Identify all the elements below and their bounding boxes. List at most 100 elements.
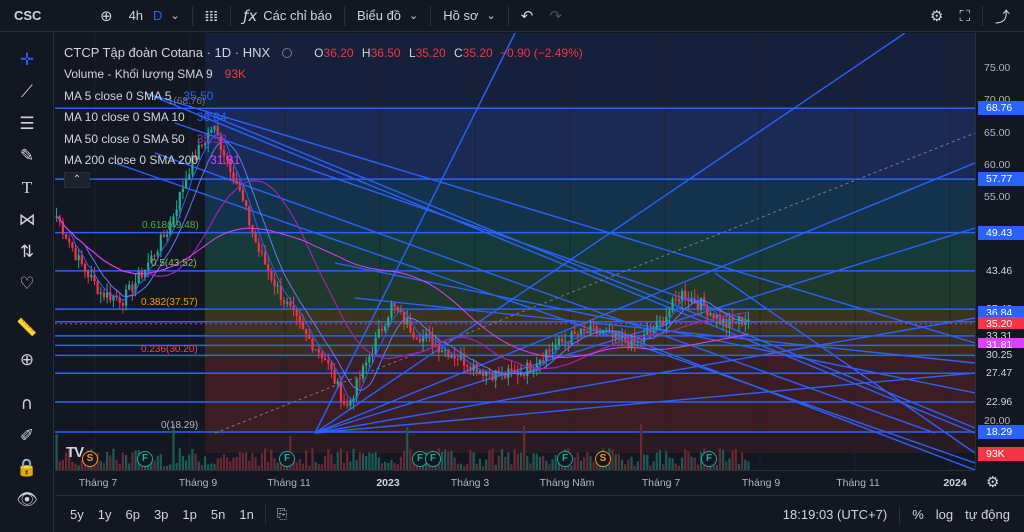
magnet-tool[interactable]: ∩ — [13, 390, 41, 418]
candle-body — [573, 331, 576, 335]
settings-button[interactable]: ⚙ — [922, 0, 951, 32]
range-button-5y[interactable]: 5y — [63, 507, 91, 522]
goto-date-button[interactable]: ⎘ — [270, 507, 294, 522]
trendline-tool[interactable]: ⟋ — [13, 78, 41, 106]
symbol-search-button[interactable]: CSC — [0, 0, 92, 32]
financials-event-icon[interactable]: F — [137, 451, 153, 467]
candle-body — [74, 247, 77, 261]
draw-mode-tool[interactable]: ✐ — [13, 422, 41, 450]
candle-body — [251, 224, 254, 234]
volume-bar — [535, 453, 538, 470]
clock[interactable]: 18:19:03 (UTC+7) — [777, 507, 893, 522]
volume-bar — [523, 425, 526, 470]
candle-body — [156, 251, 159, 256]
candle-body — [706, 305, 709, 316]
time-axis[interactable]: Tháng 7 Tháng 9 Tháng 11 2023 Tháng 3 Tháng N… — [55, 470, 975, 494]
financials-event-icon[interactable]: F — [557, 451, 573, 467]
log-toggle[interactable]: log — [930, 507, 959, 522]
volume-bar — [485, 459, 488, 470]
plus-circle-icon: ⊕ — [100, 6, 113, 25]
percent-toggle[interactable]: % — [906, 507, 930, 522]
volume-bar — [440, 451, 444, 470]
candle-body — [687, 299, 690, 302]
prediction-tool[interactable]: ⇅ — [13, 238, 41, 266]
range-button-1y[interactable]: 1y — [91, 507, 119, 522]
candle-body — [292, 306, 295, 311]
volume-bar — [355, 460, 358, 470]
measure-tool[interactable]: 📏 — [13, 314, 41, 342]
financials-event-icon[interactable]: F — [279, 451, 295, 467]
interval-button[interactable]: 4h D ⌄ — [121, 0, 188, 32]
time-tick: Tháng 7 — [78, 477, 118, 489]
fib-label-0: 0.618(49.48) — [142, 220, 199, 232]
range-button-5n[interactable]: 5n — [204, 507, 232, 522]
pattern-tool[interactable]: ⋈ — [13, 206, 41, 234]
volume-bar — [728, 458, 731, 470]
candle-body — [396, 306, 399, 311]
volume-bar — [377, 457, 380, 470]
text-tool[interactable]: T — [13, 174, 41, 202]
candle-body — [677, 298, 681, 302]
lock-tool[interactable]: 🔒 — [13, 454, 41, 482]
indicators-button[interactable]: ƒx Các chỉ báo — [235, 0, 340, 32]
prediction-icon: ⇅ — [19, 242, 35, 262]
drawing-toolbar: ✛ ⟋ ☰ ✎ T ⋈ ⇅ ♡ 📏 ⊕ ∩ ✐ 🔒 👁 — [0, 32, 54, 532]
interval-alt-label: D — [153, 8, 163, 23]
volume-bar — [731, 450, 734, 470]
compare-button[interactable]: ⊕ — [92, 0, 121, 32]
lock-icon: 🔒 — [16, 458, 38, 478]
eye-icon: 👁 — [16, 490, 38, 510]
financials-event-icon[interactable]: F — [701, 451, 717, 467]
brush-tool[interactable]: ✎ — [13, 142, 41, 170]
chart-type-button[interactable]: Biểu đồ ⌄ — [349, 0, 426, 32]
volume-bar — [583, 457, 586, 470]
legend-ma50[interactable]: MA 50 close 0 SMA 50 35.52 — [64, 128, 583, 150]
auto-toggle[interactable]: tự động — [959, 507, 1024, 522]
legend-collapse-button[interactable]: ⌃ — [64, 172, 90, 188]
price-badge: 49.43 — [978, 225, 1024, 240]
split-event-icon[interactable]: S — [82, 451, 98, 467]
axis-settings-button[interactable]: ⚙ — [986, 473, 999, 491]
undo-icon: ↶ — [520, 6, 534, 25]
fullscreen-button[interactable]: ⛶ — [951, 0, 978, 32]
range-button-1n[interactable]: 1n — [232, 507, 260, 522]
volume-bar — [399, 456, 403, 470]
legend-ma5[interactable]: MA 5 close 0 SMA 5 35.50 — [64, 85, 583, 107]
redo-button[interactable]: ↷ — [541, 0, 570, 32]
financials-event-icon[interactable]: F — [425, 451, 441, 467]
volume-bar — [684, 449, 687, 470]
volume-bar — [516, 453, 519, 470]
split-event-icon[interactable]: S — [595, 451, 611, 467]
crosshair-tool[interactable]: ✛ — [13, 46, 41, 74]
legend-ma10[interactable]: MA 10 close 0 SMA 10 36.84 — [64, 107, 583, 129]
visibility-tool[interactable]: 👁 — [13, 486, 41, 514]
volume-bar — [658, 450, 662, 470]
volume-bar — [718, 448, 722, 470]
ruler-icon: 📏 — [16, 318, 38, 338]
candle-body — [320, 352, 324, 359]
legend-volume[interactable]: Volume - Khối lượng SMA 9 93K — [64, 64, 583, 86]
range-button-3p[interactable]: 3p — [147, 507, 175, 522]
legend-ma200[interactable]: MA 200 close 0 SMA 200 31.81 — [64, 150, 583, 172]
range-button-1p[interactable]: 1p — [175, 507, 203, 522]
candle-body — [570, 331, 573, 345]
share-button[interactable]: ⤴ — [987, 0, 1024, 32]
o-label: O — [314, 45, 324, 60]
undo-button[interactable]: ↶ — [513, 0, 542, 32]
volume-bar — [311, 448, 314, 470]
profile-button[interactable]: Hồ sơ ⌄ — [435, 0, 503, 32]
volume-bar — [617, 453, 621, 470]
chart-style-button[interactable]: 𝍖 — [197, 0, 226, 32]
range-button-6p[interactable]: 6p — [118, 507, 146, 522]
zoom-tool[interactable]: ⊕ — [13, 346, 41, 374]
candle-body — [668, 310, 671, 317]
price-axis[interactable]: 75.0070.0065.0060.0055.0020.0068.7657.77… — [975, 33, 1024, 470]
volume-bar — [620, 459, 624, 470]
l-label: L — [408, 45, 416, 60]
favorites-tool[interactable]: ♡ — [13, 270, 41, 298]
candle-body — [554, 345, 557, 350]
fib-label-3: 0.236(30.20) — [141, 343, 198, 355]
horizontal-lines-tool[interactable]: ☰ — [13, 110, 41, 138]
pattern-icon: ⋈ — [18, 210, 36, 230]
volume-bar — [402, 450, 406, 470]
